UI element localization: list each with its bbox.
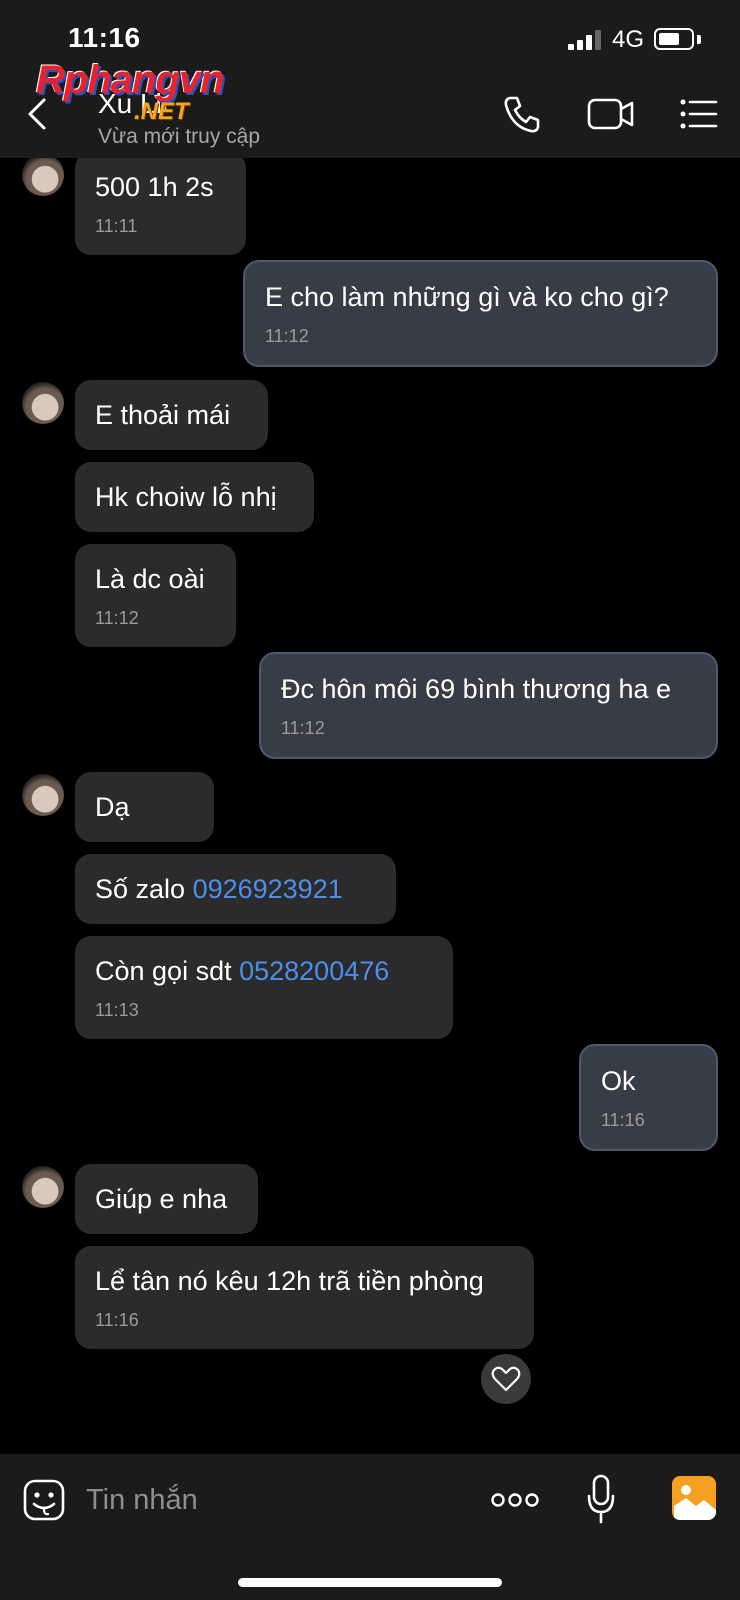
- battery-tip: [697, 35, 701, 44]
- incoming-message[interactable]: Còn gọi sdt 0528200476 11:13: [75, 936, 453, 1039]
- message-text: Giúp e nha: [95, 1182, 238, 1216]
- menu-list-icon: [680, 99, 718, 129]
- phone-number-link[interactable]: 0528200476: [239, 956, 389, 986]
- sticker-button[interactable]: [22, 1478, 66, 1522]
- message-text-content: Giúp e nha: [95, 1184, 228, 1214]
- message-timestamp: 11:16: [601, 1110, 645, 1130]
- home-indicator: [238, 1578, 502, 1587]
- more-icon: [491, 1493, 539, 1507]
- chat-header: Xu Lii Vừa mới truy cập Rphangvn .NET: [0, 58, 740, 158]
- contact-avatar[interactable]: [22, 382, 64, 424]
- message-text: 500 1h 2s: [95, 170, 226, 204]
- voice-button[interactable]: [586, 1474, 616, 1526]
- react-heart-button[interactable]: [481, 1354, 531, 1404]
- message-text-content: 500 1h 2s: [95, 172, 214, 202]
- message-text: Hk choiw lỗ nhị: [95, 480, 294, 514]
- photo-button[interactable]: [672, 1476, 716, 1520]
- message-text: Là dc oài: [95, 562, 216, 596]
- sticker-icon: [23, 1479, 65, 1521]
- message-input[interactable]: [84, 1474, 468, 1526]
- phone-number-link[interactable]: 0926923921: [193, 874, 343, 904]
- battery-fill: [659, 33, 679, 45]
- message-text-content: Dạ: [95, 792, 130, 822]
- video-call-icon: [587, 98, 634, 130]
- video-call-button[interactable]: [586, 92, 636, 136]
- photo-icon: [674, 1485, 716, 1520]
- call-button[interactable]: [500, 92, 544, 136]
- message-text-content: Hk choiw lỗ nhị: [95, 482, 277, 512]
- incoming-message[interactable]: Dạ: [75, 772, 214, 842]
- message-text-content: Ok: [601, 1066, 636, 1096]
- incoming-message[interactable]: E thoải mái: [75, 380, 268, 450]
- message-text-content: Đc hôn môi 69 bình thương ha e: [281, 674, 672, 704]
- message-text-content: Còn gọi sdt: [95, 956, 240, 986]
- contact-avatar[interactable]: [22, 1166, 64, 1208]
- message-text: Còn gọi sdt 0528200476: [95, 954, 433, 988]
- message-timestamp: 11:13: [95, 1000, 139, 1020]
- microphone-icon: [587, 1474, 615, 1524]
- message-timestamp: 11:16: [95, 1310, 139, 1330]
- message-text: E cho làm những gì và ko cho gì?: [265, 280, 696, 314]
- message-text: E thoải mái: [95, 398, 248, 432]
- message-timestamp: 11:12: [95, 608, 139, 628]
- message-text-content: Là dc oài: [95, 564, 205, 594]
- incoming-message[interactable]: Số zalo 0926923921: [75, 854, 396, 924]
- signal-icon: [568, 30, 602, 50]
- incoming-message[interactable]: Hk choiw lỗ nhị: [75, 462, 314, 532]
- message-text-content: E cho làm những gì và ko cho gì?: [265, 282, 669, 312]
- incoming-message[interactable]: 500 1h 2s 11:11: [75, 158, 246, 255]
- battery-icon: [654, 28, 694, 50]
- watermark-logo: Rphangvn: [36, 58, 225, 102]
- outgoing-message[interactable]: Đc hôn môi 69 bình thương ha e 11:12: [259, 652, 718, 759]
- message-text: Lể tân nó kêu 12h trã tiền phòng: [95, 1264, 514, 1298]
- heart-icon: [491, 1366, 521, 1392]
- incoming-message[interactable]: Giúp e nha: [75, 1164, 258, 1234]
- phone-icon: [504, 96, 540, 133]
- status-time: 11:16: [68, 22, 141, 53]
- message-timestamp: 11:12: [265, 326, 309, 346]
- contact-avatar[interactable]: [22, 774, 64, 816]
- message-text-content: Lể tân nó kêu 12h trã tiền phòng: [95, 1266, 484, 1296]
- network-label: 4G: [612, 26, 645, 53]
- message-timestamp: 11:11: [95, 216, 138, 236]
- contact-status: Vừa mới truy cập: [98, 125, 261, 148]
- message-timestamp: 11:12: [281, 718, 325, 738]
- message-text: Dạ: [95, 790, 194, 824]
- incoming-message[interactable]: Là dc oài 11:12: [75, 544, 236, 647]
- more-button[interactable]: [490, 1490, 540, 1510]
- message-text: Đc hôn môi 69 bình thương ha e: [281, 672, 696, 706]
- message-text-content: E thoải mái: [95, 400, 231, 430]
- watermark-logo-sub: .NET: [134, 98, 189, 125]
- outgoing-message[interactable]: Ok 11:16: [579, 1044, 718, 1151]
- incoming-message[interactable]: Lể tân nó kêu 12h trã tiền phòng 11:16: [75, 1246, 534, 1349]
- message-text: Số zalo 0926923921: [95, 872, 376, 906]
- message-text: Ok: [601, 1064, 696, 1098]
- menu-button[interactable]: [678, 92, 722, 136]
- message-text-content: Số zalo: [95, 874, 193, 904]
- message-list[interactable]: 500 1h 2s 11:11 E cho làm những gì và ko c…: [0, 158, 740, 1454]
- contact-avatar[interactable]: [22, 158, 64, 196]
- outgoing-message[interactable]: E cho làm những gì và ko cho gì? 11:12: [243, 260, 718, 367]
